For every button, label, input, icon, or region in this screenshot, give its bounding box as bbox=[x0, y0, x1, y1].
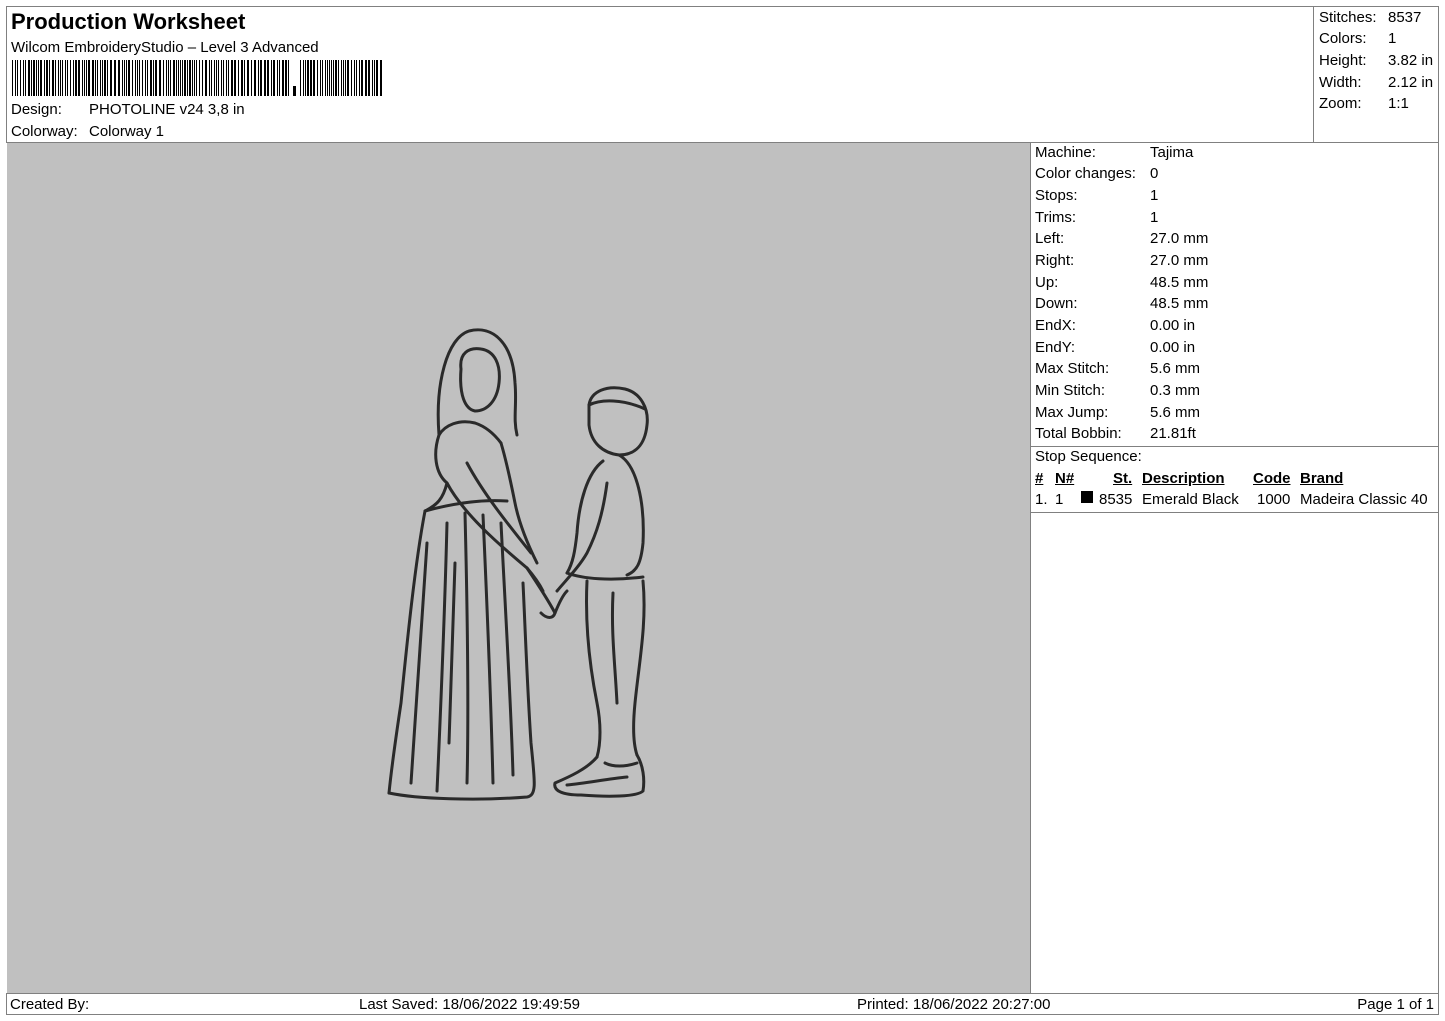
created-by: Created By: bbox=[10, 996, 90, 1013]
info-row: Machine: Tajima bbox=[1035, 144, 1194, 161]
colorway-row: Colorway: Colorway 1 bbox=[11, 123, 164, 140]
summary-zoom: Zoom: 1:1 bbox=[1319, 95, 1409, 112]
color-swatch bbox=[1081, 491, 1093, 503]
design-label: Design: bbox=[11, 101, 62, 118]
colorway-value: Colorway 1 bbox=[89, 123, 165, 140]
summary-stitches: Stitches: 8537 bbox=[1319, 9, 1422, 26]
info-row: Max Jump: 5.6 mm bbox=[1035, 404, 1201, 421]
summary-width: Width: 2.12 in bbox=[1319, 74, 1434, 91]
printed-date: Printed: 18/06/2022 20:27:00 bbox=[857, 996, 1051, 1013]
software-subtitle: Wilcom EmbroideryStudio – Level 3 Advanc… bbox=[11, 39, 319, 56]
row-index: 1. bbox=[1035, 491, 1048, 508]
summary-height: Height: 3.82 in bbox=[1319, 52, 1434, 69]
last-saved: Last Saved: 18/06/2022 19:49:59 bbox=[359, 996, 581, 1013]
info-row: EndX: 0.00 in bbox=[1035, 317, 1196, 334]
worksheet-footer: Created By: Last Saved: 18/06/2022 19:49… bbox=[6, 993, 1439, 1015]
row-needle: 1 bbox=[1055, 491, 1064, 508]
summary-colors: Colors: 1 bbox=[1319, 30, 1397, 47]
divider bbox=[1031, 446, 1438, 447]
machine-info-panel: Machine: Tajima Color changes: 0 Stops: 1 T… bbox=[1030, 143, 1439, 993]
column-header-description: Description bbox=[1142, 470, 1225, 487]
column-header-stitches: St. bbox=[1113, 470, 1133, 487]
divider bbox=[1031, 512, 1438, 513]
colorway-label: Colorway: bbox=[11, 123, 78, 140]
design-row: Design: PHOTOLINE v24 3,8 in bbox=[11, 101, 245, 118]
row-code: 1000 bbox=[1257, 491, 1291, 508]
info-row: Left: 27.0 mm bbox=[1035, 230, 1209, 247]
info-row: Min Stitch: 0.3 mm bbox=[1035, 382, 1201, 399]
design-preview bbox=[7, 143, 1030, 993]
row-stitches: 8535 bbox=[1099, 491, 1133, 508]
embroidery-design-image bbox=[387, 328, 649, 801]
row-brand: Madeira Classic 40 bbox=[1300, 491, 1428, 508]
row-description: Emerald Black bbox=[1142, 491, 1239, 508]
stop-sequence-title: Stop Sequence: bbox=[1035, 448, 1142, 465]
page-title: Production Worksheet bbox=[11, 9, 246, 34]
info-row: Up: 48.5 mm bbox=[1035, 274, 1209, 291]
info-row: Color changes: 0 bbox=[1035, 165, 1159, 182]
column-header-brand: Brand bbox=[1300, 470, 1344, 487]
info-row: Down: 48.5 mm bbox=[1035, 295, 1209, 312]
info-row: Total Bobbin: 21.81ft bbox=[1035, 425, 1196, 442]
design-value: PHOTOLINE v24 3,8 in bbox=[89, 101, 245, 118]
info-row: Max Stitch: 5.6 mm bbox=[1035, 360, 1201, 377]
column-header-needle: N# bbox=[1055, 470, 1075, 487]
column-header-index: # bbox=[1035, 470, 1044, 487]
worksheet-header: Production Worksheet Wilcom EmbroiderySt… bbox=[6, 6, 1439, 143]
info-row: Right: 27.0 mm bbox=[1035, 252, 1209, 269]
info-row: Stops: 1 bbox=[1035, 187, 1159, 204]
barcode bbox=[12, 60, 382, 96]
info-row: Trims: 1 bbox=[1035, 209, 1159, 226]
column-header-code: Code bbox=[1253, 470, 1291, 487]
info-row: EndY: 0.00 in bbox=[1035, 339, 1196, 356]
summary-panel: Stitches: 8537 Colors: 1 Height: 3.82 in Wi… bbox=[1313, 7, 1440, 142]
page-number: Page 1 of 1 bbox=[1357, 996, 1434, 1013]
